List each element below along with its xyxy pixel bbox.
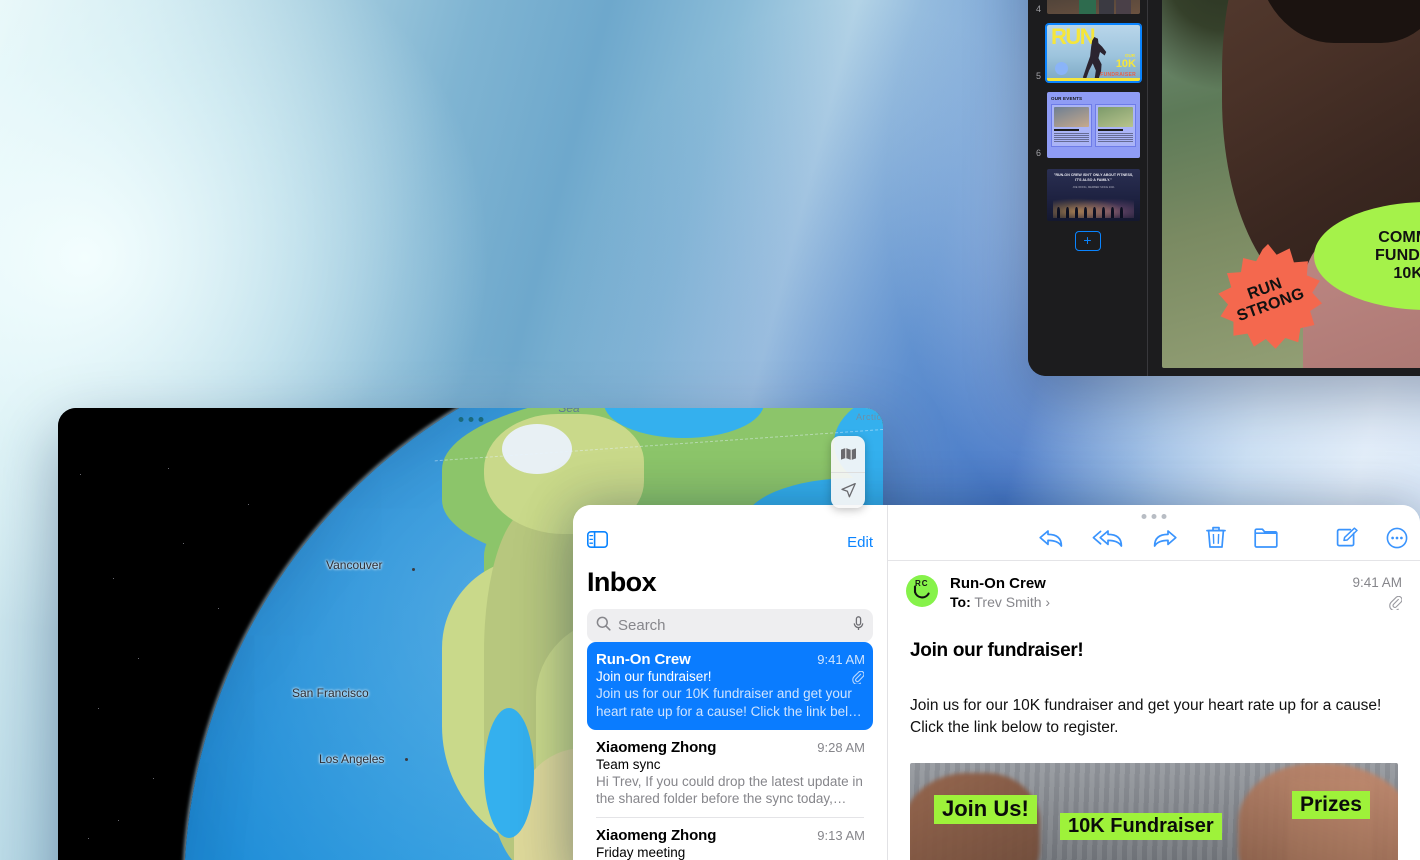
current-slide[interactable]: RU O RUNSTRONG COMMUNITYFUNDRAISER10K RU…: [1162, 0, 1420, 368]
to-value: Trev Smith: [974, 594, 1042, 610]
message-time: 9:28 AM: [817, 739, 865, 755]
slide-thumb-image[interactable]: [1046, 0, 1141, 15]
slide-thumb-image[interactable]: "RUN-ON CREW ISN'T ONLY ABOUT FITNESS, I…: [1046, 168, 1141, 222]
slide-thumbnail-4[interactable]: 4: [1028, 0, 1147, 15]
add-slide-button[interactable]: +: [1074, 231, 1101, 251]
message-recipient[interactable]: To: Trev Smith ›: [950, 594, 1050, 610]
slide-number: 6: [1035, 148, 1041, 158]
message-time: 9:41 AM: [817, 652, 865, 667]
trash-icon[interactable]: [1206, 526, 1226, 549]
avatar[interactable]: RC: [906, 575, 938, 607]
slide-thumb-image-selected[interactable]: RUN OUR 10K FUNDRAISER: [1046, 24, 1141, 82]
slide-navigator[interactable]: 3 COMMUNITY: [1028, 0, 1148, 376]
folder-icon[interactable]: [1254, 527, 1278, 548]
message-body: Join our fundraiser! Join us for our 10K…: [888, 622, 1420, 860]
message-preview: Join us for our 10K fundraiser and get y…: [596, 686, 862, 719]
message-subject: Team sync: [596, 756, 661, 772]
list-item[interactable]: Xiaomeng Zhong 9:28 AM Team sync Hi Trev…: [587, 730, 873, 818]
slide-word-10k: 10K: [1115, 58, 1136, 70]
run-strong-text: RUN STRONG: [1234, 275, 1307, 326]
message-sender: Xiaomeng Zhong: [596, 738, 717, 756]
mailbox-title: Inbox: [587, 567, 657, 597]
to-label: To:: [950, 594, 971, 610]
mail-window-drag-handle[interactable]: [1141, 514, 1167, 519]
slide-thumbnail-7[interactable]: "RUN-ON CREW ISN'T ONLY ABOUT FITNESS, I…: [1028, 168, 1147, 222]
slide-thumb-title: OUR EVENTS: [1051, 96, 1083, 101]
message-subject: Join our fundraiser!: [596, 669, 712, 684]
message-text: Join us for our 10K fundraiser and get y…: [910, 697, 1382, 736]
message-sender: Run-On Crew: [950, 575, 1046, 592]
reply-all-icon[interactable]: [1092, 527, 1124, 549]
logo-badge-icon: [1055, 62, 1068, 75]
slide-bottom-bar: [1047, 78, 1140, 81]
banner-highlight-prizes: Prizes: [1292, 791, 1370, 819]
mail-reading-pane[interactable]: RC Run-On Crew To: Trev Smith › 9:41 AM …: [888, 505, 1420, 860]
list-item[interactable]: Run-On Crew 9:41 AM Join our fundraiser!…: [587, 642, 873, 730]
search-input[interactable]: Search: [587, 609, 873, 642]
map-mode-icon[interactable]: [831, 436, 865, 472]
search-placeholder: Search: [618, 617, 666, 634]
banner-highlight-10k-fundraiser: 10K Fundraiser: [1060, 813, 1222, 840]
map-label-san-francisco: San Francisco: [292, 686, 369, 700]
slide-thumbnail-5[interactable]: 5 RUN OUR 10K FUNDRAISER: [1028, 24, 1147, 82]
slide-quote: "RUN-ON CREW ISN'T ONLY ABOUT FITNESS, I…: [1053, 173, 1134, 183]
map-controls[interactable]: [831, 436, 865, 508]
slide-thumbnail-6[interactable]: 6 OUR EVENTS: [1028, 91, 1147, 159]
sidebar-toggle-icon[interactable]: [587, 531, 608, 553]
map-label-vancouver: Vancouver: [326, 558, 383, 572]
fundraiser-banner-image[interactable]: Join Us! 10K Fundraiser Prizes: [910, 763, 1398, 860]
slide-word-run: RUN: [1051, 25, 1096, 49]
message-sender: Run-On Crew: [596, 651, 691, 668]
community-fundraiser-text: COMMUNITYFUNDRAISER10K RUN: [1375, 228, 1420, 283]
message-preview: Hi Trev, If you could drop the latest up…: [596, 773, 863, 807]
slide-number: 4: [1035, 4, 1041, 14]
search-icon: [596, 616, 611, 636]
slide-quote-attribution: JOE WONG, MEMBER SINCE 2021: [1072, 185, 1115, 189]
mail-window[interactable]: Edit Inbox Search Run-On Crew 9:41 AM Jo…: [573, 505, 1420, 860]
edit-button[interactable]: Edit: [847, 534, 873, 551]
reply-icon[interactable]: [1038, 527, 1064, 549]
presentation-window[interactable]: 3 COMMUNITY: [1028, 0, 1420, 376]
maps-window-drag-handle[interactable]: [458, 417, 483, 422]
map-label-los-angeles: Los Angeles: [319, 752, 385, 766]
more-icon[interactable]: [1386, 527, 1408, 549]
compose-icon[interactable]: [1336, 526, 1358, 549]
event-card: [1051, 104, 1092, 147]
microphone-icon[interactable]: [853, 615, 864, 636]
message-subject: Friday meeting: [596, 845, 686, 860]
forward-icon[interactable]: [1152, 527, 1178, 549]
event-card: [1095, 104, 1136, 147]
message-sender: Xiaomeng Zhong: [596, 827, 717, 845]
crowd-photo: [1052, 196, 1135, 218]
slide-number: [1032, 221, 1041, 222]
slide-canvas[interactable]: RU O RUNSTRONG COMMUNITYFUNDRAISER10K RU…: [1148, 0, 1420, 376]
navigation-arrow-icon[interactable]: [831, 472, 865, 508]
message-header: RC Run-On Crew To: Trev Smith › 9:41 AM: [888, 560, 1420, 622]
mail-message-list[interactable]: Edit Inbox Search Run-On Crew 9:41 AM Jo…: [573, 505, 888, 860]
desktop: 3 COMMUNITY: [0, 0, 1420, 860]
message-time: 9:41 AM: [1352, 575, 1402, 590]
banner-highlight-join-us: Join Us!: [934, 795, 1037, 824]
slide-number: 5: [1035, 71, 1041, 81]
list-item[interactable]: Xiaomeng Zhong 9:13 AM Friday meeting: [587, 818, 873, 860]
paperclip-icon: [852, 670, 865, 689]
message-time: 9:13 AM: [817, 828, 865, 844]
slide-thumb-image[interactable]: OUR EVENTS: [1046, 91, 1141, 159]
message-subject: Join our fundraiser!: [910, 640, 1084, 661]
chevron-right-icon: ›: [1045, 594, 1051, 610]
